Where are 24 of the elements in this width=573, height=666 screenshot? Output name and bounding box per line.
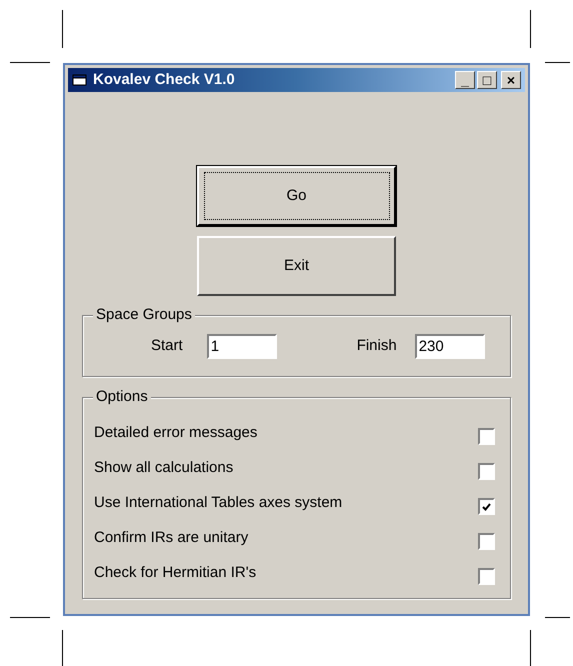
check-icon xyxy=(482,502,491,510)
minimize-button[interactable]: _ xyxy=(455,71,475,89)
checkbox[interactable] xyxy=(478,568,495,585)
exit-button[interactable]: Exit xyxy=(197,236,396,296)
close-button[interactable]: × xyxy=(501,71,521,89)
group-title: Space Groups xyxy=(93,306,195,324)
option-label: Detailed error messages xyxy=(94,423,258,444)
group-title: Options xyxy=(93,388,151,406)
checkbox[interactable] xyxy=(478,533,495,550)
option-label: Show all calculations xyxy=(94,458,234,478)
start-field[interactable]: 1 xyxy=(206,334,277,358)
finish-label: Finish xyxy=(356,336,397,356)
checkbox[interactable] xyxy=(478,428,495,445)
checkbox[interactable] xyxy=(478,463,495,480)
window-title: Kovalev Check V1.0 xyxy=(93,70,236,90)
finish-field[interactable]: 230 xyxy=(414,334,485,358)
option-label: Confirm IRs are unitary xyxy=(94,528,250,548)
window-icon xyxy=(72,73,88,87)
option-label: Use International Tables axes system xyxy=(94,493,344,514)
maximize-button[interactable]: □ xyxy=(477,71,497,89)
option-label: Check for Hermitian IR's xyxy=(94,563,258,584)
checkbox[interactable] xyxy=(478,498,495,515)
go-button[interactable]: Go xyxy=(197,166,396,226)
start-label: Start xyxy=(151,336,183,356)
